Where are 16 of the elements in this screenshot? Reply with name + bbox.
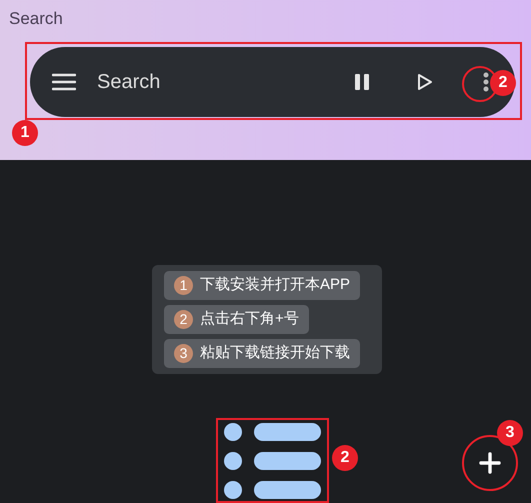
step-number: 3 (174, 344, 193, 363)
list-icon[interactable] (223, 423, 323, 501)
menu-icon[interactable] (52, 73, 76, 91)
pause-icon[interactable] (353, 73, 371, 91)
step-number: 2 (174, 310, 193, 329)
more-icon[interactable] (483, 72, 489, 92)
step-number: 1 (174, 276, 193, 295)
tip-text: 下载安装并打开本APP (200, 275, 350, 296)
tip-text: 点击右下角+号 (200, 309, 299, 330)
play-icon[interactable] (417, 73, 433, 91)
page-title: Search (9, 8, 63, 30)
tip-text: 粘贴下载链接开始下载 (200, 343, 350, 364)
search-placeholder[interactable]: Search (97, 67, 160, 97)
callout-badge: 2 (332, 445, 358, 471)
callout-badge: 3 (497, 420, 523, 446)
plus-icon (479, 452, 501, 474)
